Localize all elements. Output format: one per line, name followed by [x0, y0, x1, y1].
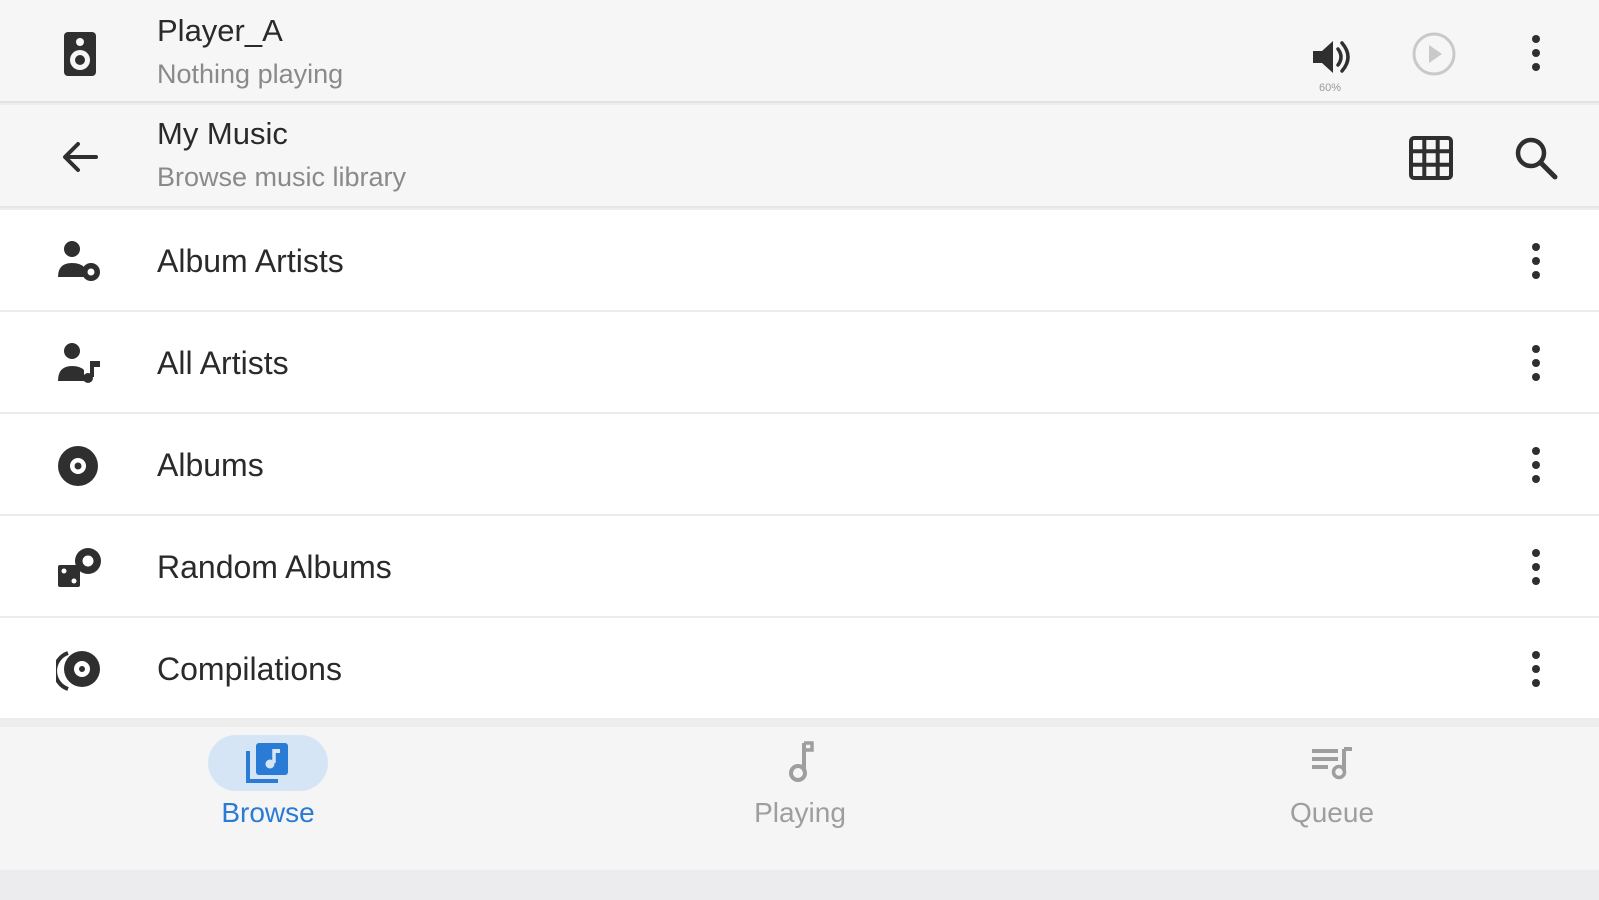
item-menu-button[interactable]: [1520, 341, 1552, 385]
speaker-icon: [58, 30, 102, 78]
list-item-albums[interactable]: Albums: [0, 414, 1599, 516]
random-albums-icon: [56, 545, 104, 591]
page-subtitle: Browse music library: [157, 162, 407, 192]
tab-browse[interactable]: Browse: [168, 727, 368, 847]
more-vert-icon: [1532, 651, 1540, 687]
browse-title-block: My Music Browse music library: [157, 115, 406, 195]
player-menu-button[interactable]: [1520, 31, 1552, 75]
more-vert-icon: [1532, 35, 1540, 71]
item-menu-button[interactable]: [1520, 443, 1552, 487]
system-bar: [0, 870, 1599, 900]
library-music-icon: [246, 743, 288, 783]
album-artist-icon: [56, 239, 104, 285]
player-info: Player_A Nothing playing: [157, 12, 343, 92]
volume-button[interactable]: 60%: [1303, 30, 1357, 102]
back-button[interactable]: [58, 135, 102, 179]
search-button[interactable]: [1513, 135, 1559, 181]
list-item-compilations[interactable]: Compilations: [0, 618, 1599, 720]
play-circle-icon: [1412, 32, 1456, 76]
browse-header: My Music Browse music library: [0, 105, 1599, 208]
list-item-all-artists[interactable]: All Artists: [0, 312, 1599, 414]
more-vert-icon: [1532, 345, 1540, 381]
bottom-navigation: Browse Playing Queue: [0, 727, 1599, 870]
library-list: Album Artists All Artists Albums Random …: [0, 210, 1599, 720]
list-item-album-artists[interactable]: Album Artists: [0, 210, 1599, 312]
search-icon: [1515, 137, 1558, 180]
album-disc-icon: [56, 443, 104, 489]
more-vert-icon: [1532, 549, 1540, 585]
player-bar[interactable]: Player_A Nothing playing 60%: [0, 0, 1599, 103]
more-vert-icon: [1532, 447, 1540, 483]
play-button[interactable]: [1410, 30, 1458, 78]
tab-label: Playing: [754, 797, 846, 828]
list-item-random-albums[interactable]: Random Albums: [0, 516, 1599, 618]
item-menu-button[interactable]: [1520, 647, 1552, 691]
queue-music-icon: [1312, 747, 1352, 780]
more-vert-icon: [1532, 243, 1540, 279]
list-item-label: Album Artists: [157, 243, 344, 279]
list-item-label: All Artists: [157, 345, 289, 381]
tab-label: Browse: [221, 797, 315, 828]
list-item-label: Albums: [157, 447, 264, 483]
player-name: Player_A: [157, 13, 283, 48]
grid-view-button[interactable]: [1408, 135, 1454, 181]
tab-label: Queue: [1289, 797, 1375, 828]
tab-queue[interactable]: Queue: [1232, 727, 1432, 847]
music-note-icon: [789, 741, 814, 782]
arrow-back-icon: [63, 142, 98, 172]
compilations-icon: [53, 647, 104, 693]
tab-playing[interactable]: Playing: [700, 727, 900, 847]
item-menu-button[interactable]: [1520, 239, 1552, 283]
volume-icon: [1313, 41, 1350, 73]
all-artists-icon: [56, 341, 104, 387]
app-window: Player_A Nothing playing 60% My Music Br…: [0, 0, 1599, 900]
volume-percent: 60%: [1318, 82, 1342, 94]
page-title: My Music: [157, 116, 288, 151]
list-item-label: Compilations: [157, 651, 342, 687]
item-menu-button[interactable]: [1520, 545, 1552, 589]
player-status: Nothing playing: [157, 59, 344, 89]
list-item-label: Random Albums: [157, 549, 392, 585]
grid-view-icon: [1409, 136, 1453, 180]
